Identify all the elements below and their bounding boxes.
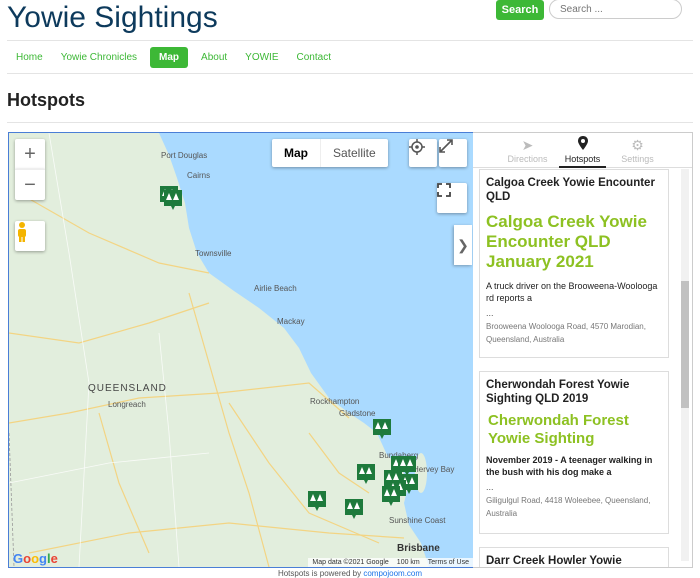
hotspots-sidebar: ➤ Directions Hotspots ⚙ Settings Calgoa … (473, 132, 693, 568)
terms-of-use-link[interactable]: Terms of Use (428, 559, 469, 566)
nav-bottom-divider (7, 73, 693, 74)
tab-label: Directions (507, 154, 548, 164)
nav-about[interactable]: About (192, 47, 236, 68)
search-button[interactable]: Search (496, 0, 544, 20)
hotspot-marker[interactable] (356, 463, 376, 485)
map-type-control: Map Satellite (272, 139, 388, 167)
city-label: Sunshine Coast (389, 516, 446, 525)
locate-crosshair-icon[interactable] (409, 139, 437, 167)
map-scale[interactable]: 100 km (397, 559, 420, 566)
gear-icon: ⚙ (631, 137, 644, 153)
google-logo: Google (13, 551, 58, 566)
city-label: Gladstone (339, 409, 376, 418)
hotspot-marker[interactable] (163, 189, 183, 211)
hotspot-card-text: A truck driver on the Brooweena-Woolooga… (486, 281, 658, 303)
map-type-satellite-button[interactable]: Satellite (320, 139, 388, 167)
hotspot-card[interactable]: Calgoa Creek Yowie Encounter QLD Calgoa … (479, 169, 669, 358)
title-divider (7, 122, 693, 123)
map-canvas[interactable]: Port Douglas Cairns Townsville Airlie Be… (8, 132, 474, 568)
city-label: Mackay (277, 317, 305, 326)
expand-arrows-icon[interactable] (439, 139, 467, 167)
hotspot-marker[interactable] (372, 418, 392, 440)
city-label: Hervey Bay (413, 465, 455, 474)
hotspot-card-heading: Cherwondah Forest Yowie Sighting (488, 412, 629, 447)
nav-home[interactable]: Home (7, 47, 52, 68)
hotspot-card[interactable]: Darr Creek Howler Yowie (479, 547, 669, 567)
tab-hotspots[interactable]: Hotspots (555, 133, 610, 168)
state-label: QUEENSLAND (88, 383, 167, 394)
hotspot-card-title[interactable]: Calgoa Creek Yowie Encounter QLD (486, 176, 662, 204)
city-label: Townsville (195, 249, 232, 258)
tab-label: Hotspots (564, 154, 601, 164)
page-title: Hotspots (7, 90, 85, 110)
fullscreen-icon[interactable] (437, 183, 467, 213)
hotspot-marker[interactable] (381, 485, 401, 507)
map-terrain (9, 133, 473, 567)
zoom-in-button[interactable]: + (15, 139, 45, 169)
zoom-out-button[interactable]: − (15, 169, 45, 200)
city-label: Airlie Beach (254, 284, 297, 293)
main-nav: Home Yowie Chronicles Map About YOWIE Co… (7, 46, 340, 68)
navigation-arrow-icon: ➤ (521, 137, 534, 153)
nav-yowie[interactable]: YOWIE (236, 47, 287, 68)
site-title[interactable]: Yowie Sightings (7, 1, 218, 35)
hotspot-card-ellipsis: ... (486, 308, 494, 318)
tab-label: Settings (621, 154, 654, 164)
hotspot-card[interactable]: Cherwondah Forest Yowie Sighting QLD 201… (479, 371, 669, 534)
nav-map[interactable]: Map (150, 46, 189, 68)
nav-yowie-chronicles[interactable]: Yowie Chronicles (52, 47, 146, 68)
street-view-pegman-icon[interactable] (15, 221, 45, 251)
map-type-map-button[interactable]: Map (272, 139, 320, 167)
hotspot-card-title[interactable]: Darr Creek Howler Yowie (486, 554, 662, 567)
tab-directions[interactable]: ➤ Directions (500, 133, 555, 167)
hotspot-card-ellipsis: ... (486, 482, 494, 492)
city-label: Port Douglas (161, 151, 208, 160)
map-data-credit: Map data ©2021 Google (312, 559, 389, 566)
nav-contact[interactable]: Contact (288, 47, 340, 68)
city-label: Rockhampton (310, 397, 360, 406)
scrollbar-thumb[interactable] (681, 281, 689, 408)
hotspot-card-address: Brooweena Woolooga Road, 4570 Marodian, … (486, 322, 646, 344)
search-input[interactable] (549, 0, 682, 19)
sidebar-scrollbar[interactable] (681, 169, 689, 561)
city-label: Longreach (108, 400, 146, 409)
hotspot-marker[interactable] (307, 490, 327, 512)
map-pin-icon (577, 136, 588, 152)
hotspot-card-address: Giligulgul Road, 4418 Woleebee, Queensla… (486, 496, 651, 518)
map-attribution: Map data ©2021 Google 100 km Terms of Us… (308, 558, 473, 567)
city-label: Cairns (187, 171, 211, 180)
hotspot-marker[interactable] (344, 498, 364, 520)
city-label: Brisbane (397, 543, 440, 554)
hotspot-card-text: November 2019 - A teenager walking in th… (486, 455, 653, 477)
nav-top-divider (7, 40, 693, 41)
sidebar-tabs: ➤ Directions Hotspots ⚙ Settings (473, 133, 692, 168)
hotspot-card-title[interactable]: Cherwondah Forest Yowie Sighting QLD 201… (486, 378, 662, 406)
hotspot-card-heading: Calgoa Creek Yowie Encounter QLD January… (486, 212, 647, 271)
sidebar-toggle-chevron-icon[interactable]: ❯ (454, 225, 472, 265)
tab-settings[interactable]: ⚙ Settings (610, 133, 665, 167)
